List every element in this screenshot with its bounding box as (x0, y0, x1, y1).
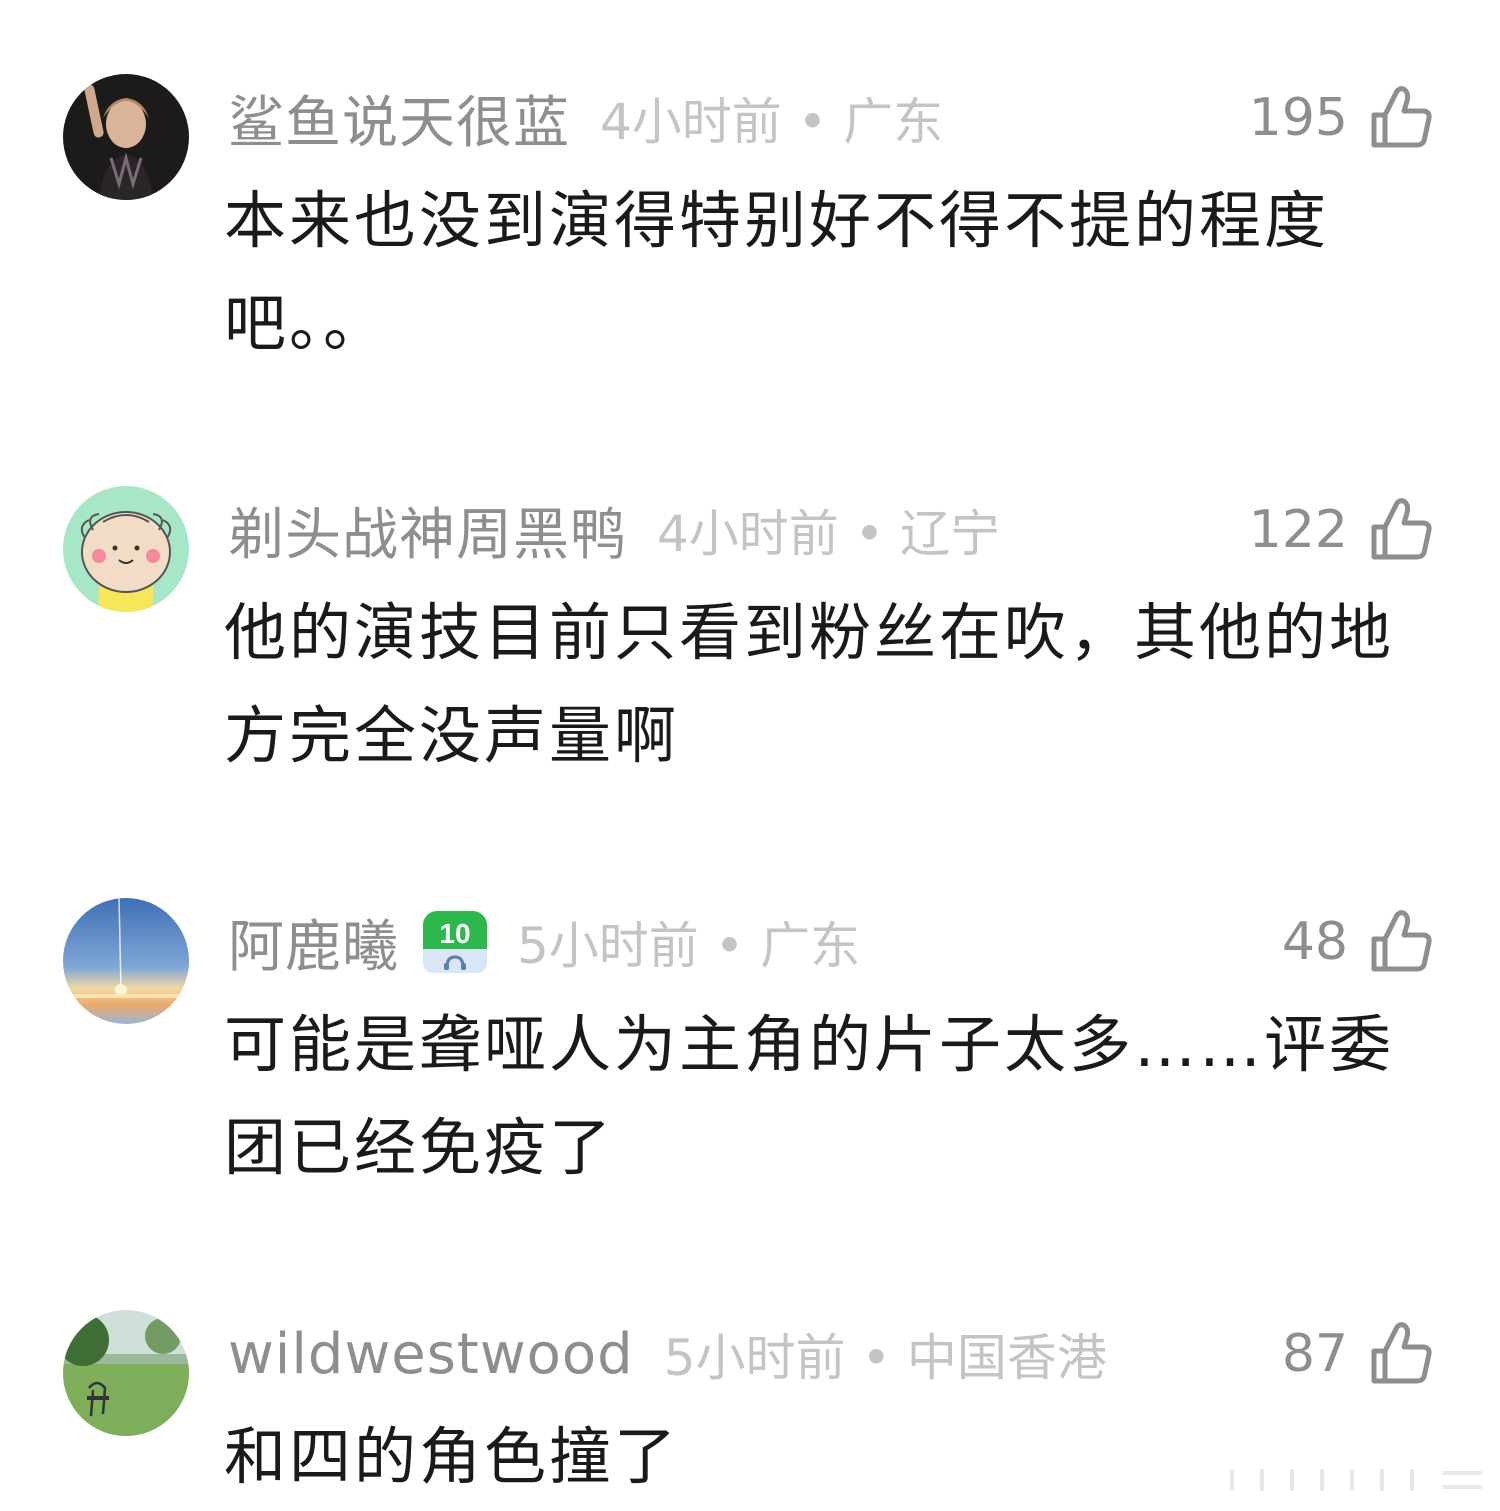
comment-text: 本来也没到演得特别好不得不提的程度吧。。 (224, 184, 1330, 360)
user-avatar[interactable] (63, 74, 189, 200)
avatar-meadow-icon (63, 1310, 189, 1436)
comment-time-location: 4小时前 • 辽宁 (657, 505, 1001, 563)
like-count: 87 (1281, 1324, 1348, 1384)
level-badge: 10 (423, 911, 487, 973)
comment-time-location: 5小时前 • 广东 (517, 917, 861, 975)
like-count: 195 (1248, 88, 1348, 148)
like-button[interactable]: 48 (1282, 902, 1434, 982)
like-button[interactable]: 195 (1249, 78, 1434, 158)
comment-header: 剃头战神周黑鸭 4小时前 • 辽宁 (228, 490, 1000, 570)
username[interactable]: 阿鹿曦 (228, 902, 399, 983)
user-avatar[interactable] (63, 1310, 189, 1436)
comment-header: 阿鹿曦 10 5小时前 • 广东 (228, 902, 860, 982)
watermark-lines-icon (1230, 1469, 1482, 1491)
level-badge-icon: 10 (423, 911, 487, 973)
like-count: 48 (1281, 912, 1348, 972)
thumbs-up-icon (1371, 910, 1432, 972)
like-button[interactable]: 122 (1249, 490, 1434, 570)
comment-header: wildwestwood 5小时前 • 中国香港 (228, 1314, 1107, 1394)
thumbs-up-icon (1371, 1322, 1432, 1384)
like-button[interactable]: 87 (1282, 1314, 1434, 1394)
thumbs-up-icon (1371, 498, 1432, 560)
level-badge-number: 10 (439, 918, 470, 949)
comment-text: 他的演技目前只看到粉丝在吹，其他的地方完全没声量啊 (224, 596, 1395, 772)
comment-time-location: 4小时前 • 广东 (600, 93, 944, 151)
username[interactable]: 鲨鱼说天很蓝 (228, 78, 570, 159)
avatar-photo-icon (63, 74, 189, 200)
user-avatar[interactable] (63, 486, 189, 612)
like-count: 122 (1248, 500, 1348, 560)
username[interactable]: wildwestwood (228, 1322, 634, 1387)
comment-time-location: 5小时前 • 中国香港 (663, 1329, 1107, 1387)
user-avatar[interactable] (63, 898, 189, 1024)
comment-header: 鲨鱼说天很蓝 4小时前 • 广东 (228, 78, 943, 158)
avatar-cartoon-icon (63, 486, 189, 612)
thumbs-up-icon (1371, 86, 1432, 148)
avatar-sky-icon (63, 898, 189, 1024)
comment-text: 可能是聋哑人为主角的片子太多……评委团已经免疫了 (224, 1008, 1395, 1184)
username[interactable]: 剃头战神周黑鸭 (228, 490, 627, 571)
